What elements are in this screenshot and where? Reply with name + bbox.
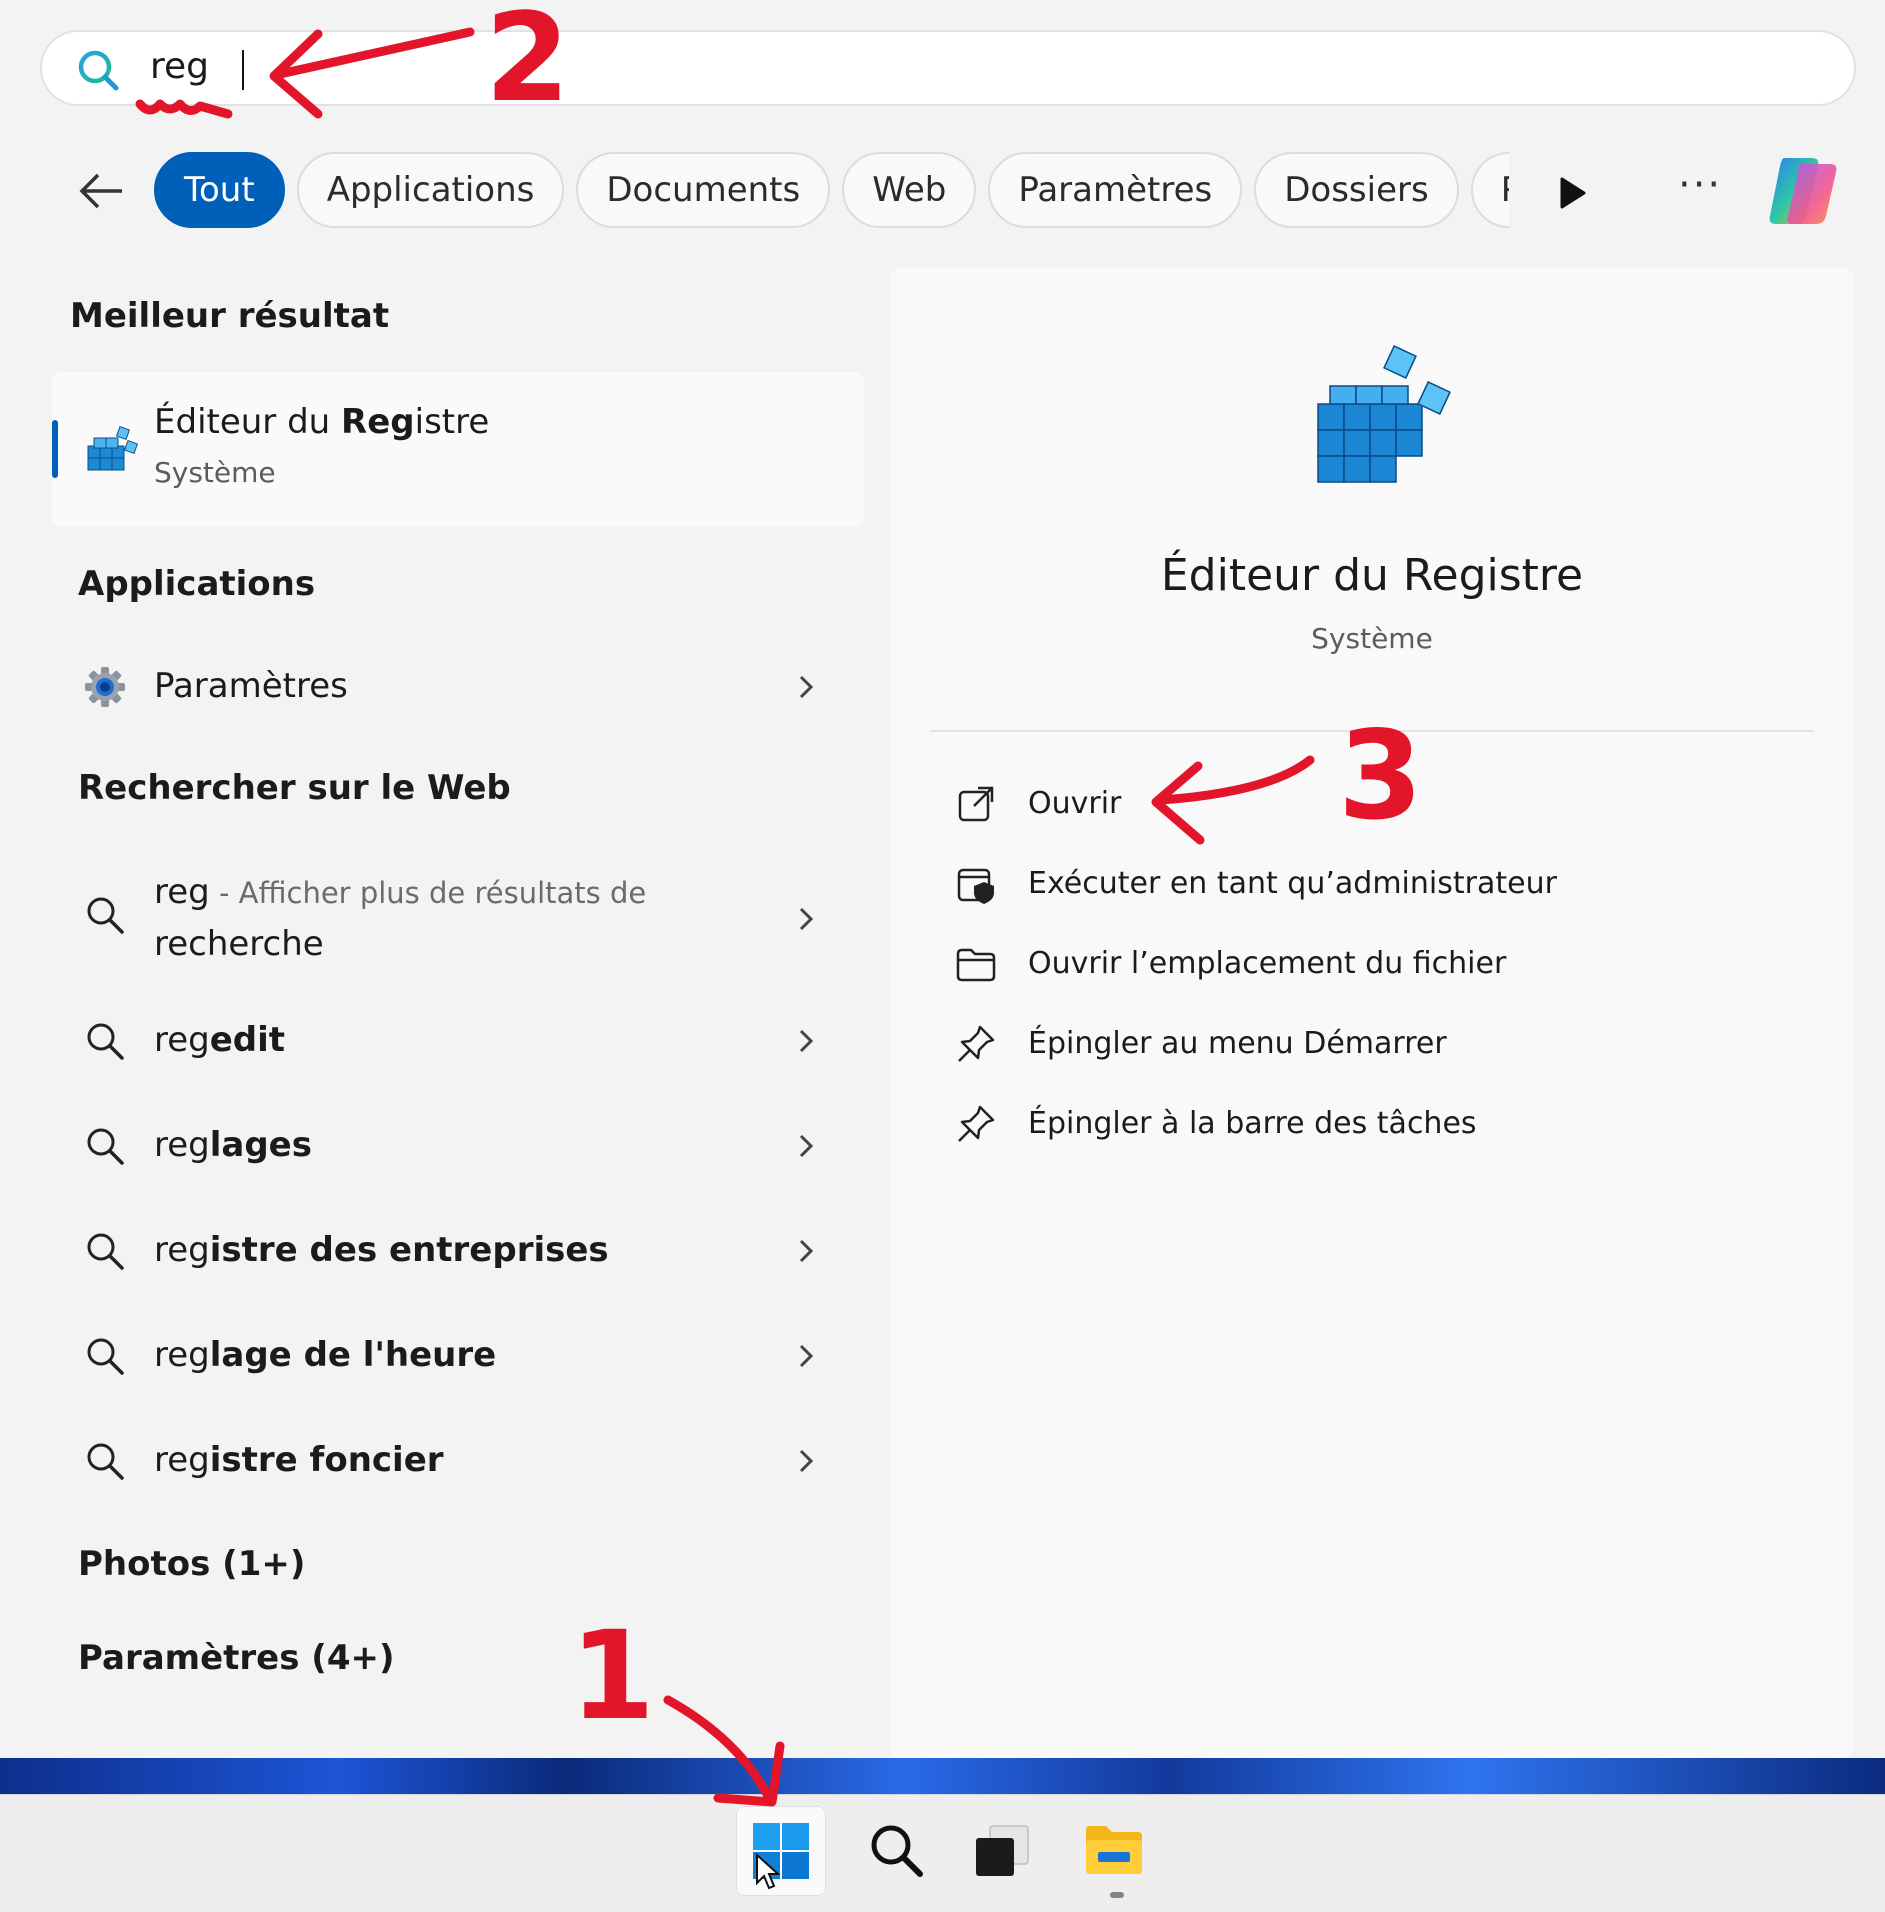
task-view-button[interactable] <box>958 1806 1046 1894</box>
search-input[interactable] <box>150 46 1750 87</box>
web-result-label: registre des entreprises <box>154 1230 609 1270</box>
filter-tab-photos[interactable]: Photc <box>1470 152 1509 228</box>
web-result-label: reglage de l'heure <box>154 1335 497 1375</box>
chevron-right-icon[interactable] <box>792 1446 820 1476</box>
filter-tab-tout[interactable]: Tout <box>154 152 285 228</box>
app-item-label: Paramètres <box>154 666 348 706</box>
file-explorer-icon <box>1086 1826 1142 1874</box>
chevron-right-icon[interactable] <box>792 1341 820 1371</box>
detail-title: Éditeur du Registre <box>1160 550 1584 601</box>
gear-icon <box>85 667 125 707</box>
web-result-label: regedit <box>154 1020 286 1060</box>
registry-editor-icon <box>1317 345 1451 483</box>
file-explorer-button[interactable] <box>1070 1806 1158 1894</box>
chevron-right-icon[interactable] <box>792 1131 820 1161</box>
web-result-reglage-heure[interactable]: reglage de l'heure <box>70 1321 830 1391</box>
task-view-icon <box>976 1825 1029 1876</box>
search-icon <box>78 50 119 91</box>
back-arrow-icon[interactable] <box>76 166 126 216</box>
filter-tab-web[interactable]: Web <box>842 152 977 228</box>
registry-editor-icon <box>87 425 139 471</box>
search-icon <box>87 1023 124 1060</box>
search-box[interactable] <box>40 30 1856 106</box>
action-label: Ouvrir <box>1028 786 1122 821</box>
play-icon[interactable] <box>1556 176 1588 210</box>
web-result-label: registre foncier <box>154 1440 444 1480</box>
settings-heading[interactable]: Paramètres (4+) <box>78 1638 395 1678</box>
chevron-right-icon[interactable] <box>792 1026 820 1056</box>
web-result-label: reg - Afficher plus de résultats de <box>154 872 647 912</box>
web-result-desc: recherche <box>154 924 324 964</box>
filter-tabs: Tout Applications Documents Web Paramètres Do… <box>154 152 1509 232</box>
action-pin-taskbar[interactable]: Épingler à la barre des tâches <box>954 1092 1754 1156</box>
selection-indicator <box>52 420 58 478</box>
search-icon <box>87 1338 124 1375</box>
best-result-name: Éditeur du Registre <box>154 402 490 442</box>
mouse-cursor-icon <box>756 1853 781 1890</box>
action-run-as-admin[interactable]: Exécuter en tant qu’administrateur <box>954 852 1754 916</box>
taskbar-search-button[interactable] <box>852 1806 940 1894</box>
shield-admin-icon <box>957 868 994 904</box>
open-external-icon <box>958 786 994 822</box>
chevron-right-icon[interactable] <box>792 904 820 934</box>
search-icon <box>87 1443 124 1480</box>
pin-icon <box>958 1105 995 1142</box>
web-result-reg[interactable]: reg - Afficher plus de résultats de rech… <box>70 864 830 974</box>
action-pin-start[interactable]: Épingler au menu Démarrer <box>954 1012 1754 1076</box>
web-result-regedit[interactable]: regedit <box>70 1006 830 1076</box>
search-icon <box>87 1233 124 1270</box>
best-result-type: Système <box>154 456 276 489</box>
applications-heading: Applications <box>78 564 316 604</box>
web-result-registre-entreprises[interactable]: registre des entreprises <box>70 1216 830 1286</box>
search-icon <box>87 1128 124 1165</box>
web-result-registre-foncier[interactable]: registre foncier <box>70 1426 830 1496</box>
pin-icon <box>958 1025 995 1062</box>
chevron-right-icon[interactable] <box>792 672 820 702</box>
divider <box>930 730 1814 732</box>
photos-heading[interactable]: Photos (1+) <box>78 1544 305 1584</box>
taskbar <box>0 1794 1885 1912</box>
action-label: Épingler à la barre des tâches <box>1028 1106 1477 1141</box>
filter-tab-dossiers[interactable]: Dossiers <box>1254 152 1459 228</box>
desktop-wallpaper <box>0 1758 1885 1794</box>
action-open-file-location[interactable]: Ouvrir l’emplacement du fichier <box>954 932 1754 996</box>
action-label: Épingler au menu Démarrer <box>1028 1026 1447 1061</box>
more-dots-icon[interactable]: ··· <box>1678 165 1734 212</box>
search-icon <box>87 897 124 934</box>
filter-tab-documents[interactable]: Documents <box>576 152 831 228</box>
folder-icon <box>956 948 996 982</box>
search-icon <box>871 1825 923 1877</box>
active-app-indicator <box>1110 1892 1124 1898</box>
action-open[interactable]: Ouvrir <box>954 772 1754 836</box>
best-result-card[interactable]: Éditeur du Registre Système <box>52 372 864 527</box>
start-button[interactable] <box>736 1806 826 1896</box>
action-label: Exécuter en tant qu’administrateur <box>1028 866 1557 901</box>
web-result-label: reglages <box>154 1125 312 1165</box>
detail-type: Système <box>1311 622 1433 655</box>
annotation-step-1: 1 <box>570 1605 655 1747</box>
chevron-right-icon[interactable] <box>792 1236 820 1266</box>
filter-tab-parametres[interactable]: Paramètres <box>988 152 1243 228</box>
action-label: Ouvrir l’emplacement du fichier <box>1028 946 1507 981</box>
copilot-icon[interactable] <box>1764 154 1842 228</box>
app-item-parametres[interactable]: Paramètres <box>70 652 830 722</box>
web-result-reglages[interactable]: reglages <box>70 1111 830 1181</box>
web-search-heading: Rechercher sur le Web <box>78 768 511 808</box>
best-result-heading: Meilleur résultat <box>70 296 390 336</box>
filter-tab-applications[interactable]: Applications <box>296 152 565 228</box>
text-caret <box>242 50 244 90</box>
